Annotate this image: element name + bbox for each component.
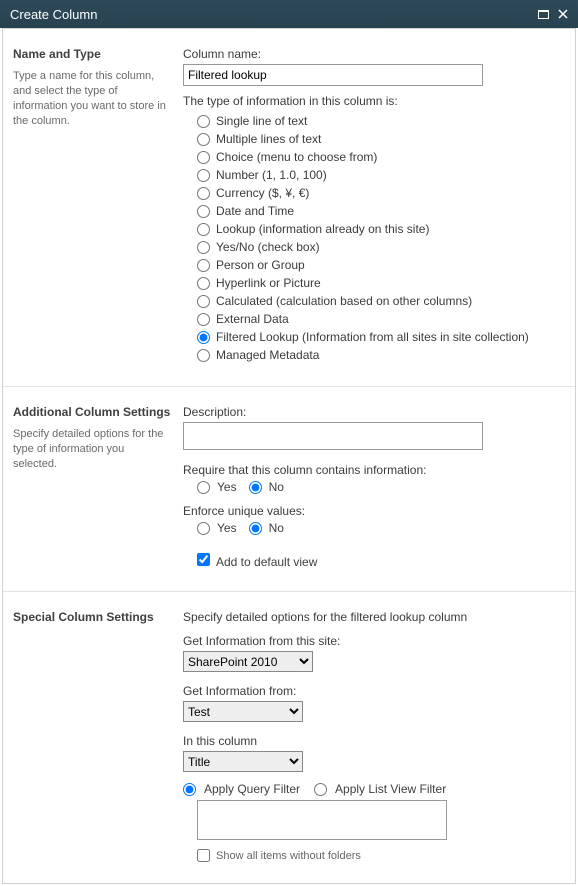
column-type-label: Person or Group (216, 258, 305, 272)
column-type-label: Hyperlink or Picture (216, 276, 321, 290)
section-name-type: Name and Type Type a name for this colum… (3, 29, 575, 387)
column-type-label: Choice (menu to choose from) (216, 150, 377, 164)
column-name-label: Column name: (183, 47, 565, 61)
apply-query-filter-radio[interactable] (183, 783, 196, 796)
section-heading: Additional Column Settings (13, 405, 171, 419)
column-type-label: Multiple lines of text (216, 132, 321, 146)
section-special: Special Column Settings Specify detailed… (3, 592, 575, 884)
column-type-label: External Data (216, 312, 289, 326)
column-type-option: Hyperlink or Picture (197, 274, 565, 292)
column-type-option: Single line of text (197, 112, 565, 130)
column-type-radio[interactable] (197, 151, 210, 164)
require-label: Require that this column contains inform… (183, 463, 565, 477)
section-desc: Type a name for this column, and select … (13, 69, 171, 128)
close-icon[interactable] (556, 8, 570, 20)
column-type-radio[interactable] (197, 313, 210, 326)
show-all-items-label: Show all items without folders (216, 850, 361, 862)
column-type-label: Lookup (information already on this site… (216, 222, 429, 236)
column-type-radio[interactable] (197, 169, 210, 182)
column-label: In this column (183, 734, 565, 748)
column-type-option: Multiple lines of text (197, 130, 565, 148)
column-type-radio[interactable] (197, 277, 210, 290)
column-type-label: Currency ($, ¥, €) (216, 186, 309, 200)
column-type-option: Choice (menu to choose from) (197, 148, 565, 166)
description-label: Description: (183, 405, 565, 419)
section-heading: Special Column Settings (13, 610, 171, 624)
column-type-option: Currency ($, ¥, €) (197, 184, 565, 202)
section-heading: Name and Type (13, 47, 171, 61)
special-intro: Specify detailed options for the filtere… (183, 610, 565, 624)
add-default-view-checkbox[interactable] (197, 553, 210, 566)
description-textarea[interactable] (183, 422, 483, 450)
apply-list-view-filter-label: Apply List View Filter (335, 782, 446, 796)
filter-textarea[interactable] (197, 800, 447, 840)
no-label: No (269, 480, 284, 494)
apply-list-view-filter-radio[interactable] (314, 783, 327, 796)
list-select[interactable]: Test (183, 701, 303, 722)
column-type-option: External Data (197, 310, 565, 328)
apply-query-filter-label: Apply Query Filter (204, 782, 300, 796)
type-intro-label: The type of information in this column i… (183, 94, 565, 108)
column-type-option: Filtered Lookup (Information from all si… (197, 328, 565, 346)
column-type-label: Filtered Lookup (Information from all si… (216, 330, 529, 344)
column-type-option: Yes/No (check box) (197, 238, 565, 256)
site-label: Get Information from this site: (183, 634, 565, 648)
add-default-view-label: Add to default view (216, 555, 317, 569)
require-no-radio[interactable] (249, 481, 262, 494)
column-type-radio[interactable] (197, 187, 210, 200)
column-select[interactable]: Title (183, 751, 303, 772)
column-type-label: Date and Time (216, 204, 294, 218)
section-desc: Specify detailed options for the type of… (13, 427, 171, 472)
column-type-option: Calculated (calculation based on other c… (197, 292, 565, 310)
section-additional: Additional Column Settings Specify detai… (3, 387, 575, 592)
site-select[interactable]: SharePoint 2010 (183, 651, 313, 672)
column-type-radio[interactable] (197, 241, 210, 254)
column-type-radio[interactable] (197, 115, 210, 128)
column-type-option: Lookup (information already on this site… (197, 220, 565, 238)
column-type-option: Person or Group (197, 256, 565, 274)
column-type-radio[interactable] (197, 133, 210, 146)
column-type-option: Managed Metadata (197, 346, 565, 364)
enforce-radiogroup: Yes No (197, 521, 565, 535)
show-all-items-checkbox[interactable] (197, 849, 210, 862)
yes-label: Yes (217, 521, 237, 535)
column-type-radio[interactable] (197, 295, 210, 308)
column-type-radio[interactable] (197, 331, 210, 344)
column-type-label: Managed Metadata (216, 348, 319, 362)
enforce-no-radio[interactable] (249, 522, 262, 535)
yes-label: Yes (217, 480, 237, 494)
require-radiogroup: Yes No (197, 480, 565, 494)
column-type-label: Number (1, 1.0, 100) (216, 168, 327, 182)
column-type-label: Calculated (calculation based on other c… (216, 294, 472, 308)
column-type-label: Yes/No (check box) (216, 240, 320, 254)
require-yes-radio[interactable] (197, 481, 210, 494)
list-label: Get Information from: (183, 684, 565, 698)
dialog-body: Name and Type Type a name for this colum… (2, 28, 576, 884)
dialog-title: Create Column (10, 7, 530, 22)
enforce-label: Enforce unique values: (183, 504, 565, 518)
column-type-option: Date and Time (197, 202, 565, 220)
column-type-radio[interactable] (197, 259, 210, 272)
column-type-radiogroup: Single line of text Multiple lines of tex… (183, 112, 565, 364)
column-type-radio[interactable] (197, 205, 210, 218)
no-label: No (269, 521, 284, 535)
column-name-input[interactable] (183, 64, 483, 86)
column-type-label: Single line of text (216, 114, 307, 128)
maximize-icon[interactable] (536, 8, 550, 20)
column-type-radio[interactable] (197, 349, 210, 362)
filter-mode-radiogroup: Apply Query Filter Apply List View Filte… (183, 782, 565, 796)
column-type-option: Number (1, 1.0, 100) (197, 166, 565, 184)
enforce-yes-radio[interactable] (197, 522, 210, 535)
column-type-radio[interactable] (197, 223, 210, 236)
